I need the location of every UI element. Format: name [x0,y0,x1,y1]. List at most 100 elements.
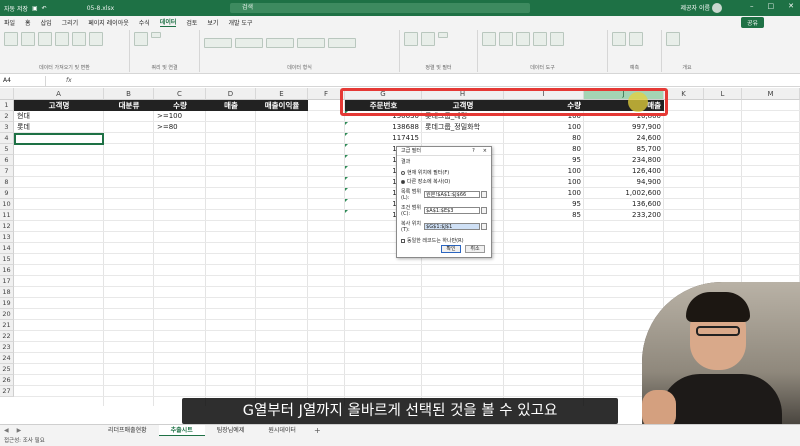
row-header-6[interactable]: 6 [0,155,14,166]
row-header-22[interactable]: 22 [0,331,14,342]
result-sales[interactable]: 1,002,600 [584,188,664,199]
fx-icon[interactable]: fx [66,77,72,84]
filter-icon[interactable] [421,32,435,46]
row-header-18[interactable]: 18 [0,287,14,298]
close-icon[interactable]: × [483,147,487,155]
range-picker-icon[interactable] [481,223,487,230]
error-indicator-icon[interactable] [345,199,348,202]
ribbon-tab[interactable]: 삽입 [41,18,52,27]
row-header-7[interactable]: 7 [0,166,14,177]
result-sales[interactable]: 136,600 [584,199,664,210]
row-header-9[interactable]: 9 [0,188,14,199]
row-header-15[interactable]: 15 [0,254,14,265]
error-indicator-icon[interactable] [345,188,348,191]
result-qty[interactable]: 80 [504,144,584,155]
row-header-3[interactable]: 3 [0,122,14,133]
currency-button[interactable] [235,38,263,48]
row-header-26[interactable]: 26 [0,375,14,386]
from-table-button[interactable] [55,32,69,46]
ribbon-tab[interactable]: 데이터 [159,17,177,27]
name-box[interactable]: A4 [0,75,46,86]
result-qty[interactable]: 100 [504,122,584,133]
outline-button[interactable] [666,32,680,46]
consolidate-button[interactable] [550,32,564,46]
result-customer[interactable] [422,133,504,144]
close-icon[interactable]: ✕ [788,2,794,10]
search-input[interactable]: 검색 [230,3,530,13]
user-name[interactable]: 제공자 이름 [680,3,710,12]
row-header-8[interactable]: 8 [0,177,14,188]
error-indicator-icon[interactable] [345,155,348,158]
criteria-header[interactable]: 매출이익율 [256,100,308,111]
ribbon-tab[interactable]: 홈 [25,18,31,27]
data-validation-button[interactable] [533,32,547,46]
error-indicator-icon[interactable] [345,144,348,147]
ribbon-tab[interactable]: 파일 [4,18,15,27]
range-picker-icon[interactable] [481,191,487,198]
result-qty[interactable]: 80 [504,133,584,144]
row-header-11[interactable]: 11 [0,210,14,221]
result-sales[interactable]: 234,800 [584,155,664,166]
range-picker-icon[interactable] [481,207,487,214]
more-types-button[interactable] [328,38,356,48]
cell-a3[interactable]: 롯데 [14,122,104,133]
radio-copy-to-location[interactable]: 다른 장소에 복사(O) [401,178,487,185]
copy-to-input[interactable]: $G$1:$J$1 [424,223,481,230]
result-customer[interactable]: 롯데그룹_정밀화학 [422,122,504,133]
what-if-button[interactable] [612,32,626,46]
error-indicator-icon[interactable] [345,133,348,136]
result-sales[interactable]: 85,700 [584,144,664,155]
result-qty[interactable]: 95 [504,199,584,210]
row-header-21[interactable]: 21 [0,320,14,331]
row-header-10[interactable]: 10 [0,199,14,210]
row-header-14[interactable]: 14 [0,243,14,254]
advanced-filter-button[interactable] [438,32,448,38]
prev-sheet-icon[interactable]: ◀ [4,427,9,434]
result-qty[interactable]: 100 [504,166,584,177]
unique-records-checkbox[interactable]: 동일한 레코드는 하나만(R) [401,237,487,244]
result-sales[interactable]: 997,900 [584,122,664,133]
from-web-button[interactable] [38,32,52,46]
refresh-all-button[interactable] [134,32,148,46]
undo-icon[interactable]: ↶ [42,5,47,12]
result-sales[interactable]: 24,600 [584,133,664,144]
result-order-id[interactable]: 138688 [345,122,422,133]
row-header-4[interactable]: 4 [0,133,14,144]
recent-sources-button[interactable] [72,32,86,46]
result-qty[interactable]: 95 [504,155,584,166]
flash-fill-button[interactable] [499,32,513,46]
result-sales[interactable]: 126,400 [584,166,664,177]
error-indicator-icon[interactable] [345,210,348,213]
existing-connections-button[interactable] [89,32,103,46]
row-header-12[interactable]: 12 [0,221,14,232]
criteria-header[interactable]: 고객명 [14,100,104,111]
cancel-button[interactable]: 취소 [465,245,485,253]
cell-a2[interactable]: 현대 [14,111,104,122]
error-indicator-icon[interactable] [345,166,348,169]
result-sales[interactable]: 94,900 [584,177,664,188]
add-sheet-icon[interactable]: + [308,426,327,435]
criteria-range-input[interactable]: $A$1:$E$3 [424,207,481,214]
column-header-a[interactable]: A [14,88,104,100]
row-header-27[interactable]: 27 [0,386,14,397]
column-header-d[interactable]: D [206,88,256,100]
remove-duplicates-button[interactable] [516,32,530,46]
result-qty[interactable]: 100 [504,188,584,199]
column-header-c[interactable]: C [154,88,206,100]
sort-button[interactable] [404,32,418,46]
select-all-corner[interactable] [0,88,14,100]
row-header-1[interactable]: 1 [0,100,14,111]
radio-filter-in-place[interactable]: 현재 위치에 필터(F) [401,169,487,176]
stocks-button[interactable] [204,38,232,48]
result-qty[interactable]: 100 [504,177,584,188]
ribbon-tab[interactable]: 개발 도구 [228,18,252,27]
next-sheet-icon[interactable]: ▶ [17,427,22,434]
geography-button[interactable] [266,38,294,48]
cell-c2[interactable]: >=100 [154,111,206,122]
text-to-columns-button[interactable] [482,32,496,46]
row-header-13[interactable]: 13 [0,232,14,243]
column-header-k[interactable]: K [664,88,704,100]
organization-button[interactable] [297,38,325,48]
row-header-16[interactable]: 16 [0,265,14,276]
ribbon-tab[interactable]: 수식 [139,18,150,27]
